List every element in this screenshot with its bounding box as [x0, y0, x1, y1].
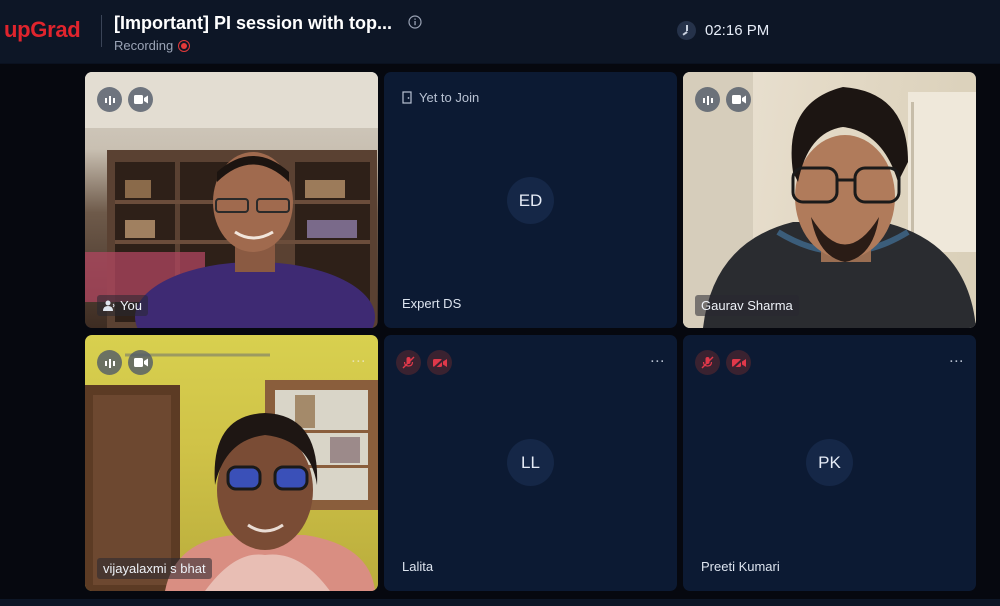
join-status-label: Yet to Join — [419, 90, 480, 105]
media-controls — [97, 87, 153, 112]
participant-tile-preeti-kumari[interactable]: ... PK Preeti Kumari — [683, 335, 976, 591]
media-controls — [97, 350, 153, 375]
mic-on-icon[interactable] — [695, 87, 720, 112]
mic-off-icon[interactable] — [695, 350, 720, 375]
avatar: LL — [507, 439, 554, 486]
participant-tile-vijayalaxmi[interactable]: ... vijayalaxmi s bhat — [85, 335, 378, 591]
participant-tile-expert-ds[interactable]: Yet to Join ED Expert DS — [384, 72, 677, 328]
mic-on-icon[interactable] — [97, 350, 122, 375]
clock-icon — [677, 21, 696, 40]
participant-tile-lalita[interactable]: ... LL Lalita — [384, 335, 677, 591]
participant-tile-gaurav-sharma[interactable]: Gaurav Sharma — [683, 72, 976, 328]
camera-off-icon[interactable] — [726, 350, 751, 375]
avatar: ED — [507, 177, 554, 224]
bottom-toolbar-edge — [0, 599, 1000, 606]
participant-tile-you[interactable]: You — [85, 72, 378, 328]
media-controls — [695, 350, 751, 375]
door-icon — [402, 91, 412, 104]
mic-on-icon[interactable] — [97, 87, 122, 112]
participant-name: You — [120, 298, 142, 313]
user-icon — [103, 300, 115, 311]
participant-name-label: Gaurav Sharma — [695, 295, 799, 316]
more-options-icon[interactable]: ... — [949, 349, 964, 367]
media-controls — [396, 350, 452, 375]
camera-on-icon[interactable] — [128, 350, 153, 375]
session-time: 02:16 PM — [705, 22, 770, 39]
avatar: PK — [806, 439, 853, 486]
more-options-icon[interactable]: ... — [650, 349, 665, 367]
participant-name: Expert DS — [402, 296, 462, 311]
recording-indicator: Recording — [114, 38, 191, 53]
top-bar: upGrad [Important] PI session with top..… — [0, 0, 1000, 64]
participant-name: Preeti Kumari — [701, 559, 780, 574]
recording-dot-icon — [178, 39, 191, 52]
more-options-icon[interactable]: ... — [351, 349, 366, 367]
participant-name: Gaurav Sharma — [701, 298, 793, 313]
mic-off-icon[interactable] — [396, 350, 421, 375]
participant-name: Lalita — [402, 559, 434, 574]
header-divider — [101, 15, 102, 47]
participant-name-label: vijayalaxmi s bhat — [97, 558, 212, 579]
info-icon[interactable] — [408, 15, 422, 29]
upgrad-logo: upGrad — [4, 17, 81, 42]
recording-label: Recording — [114, 38, 174, 53]
session-title: [Important] PI session with top... — [114, 13, 393, 33]
media-controls — [695, 87, 751, 112]
participant-name: vijayalaxmi s bhat — [103, 561, 206, 576]
participant-name-label: You — [97, 295, 148, 316]
camera-on-icon[interactable] — [726, 87, 751, 112]
join-status: Yet to Join — [402, 90, 479, 105]
camera-on-icon[interactable] — [128, 87, 153, 112]
camera-off-icon[interactable] — [427, 350, 452, 375]
